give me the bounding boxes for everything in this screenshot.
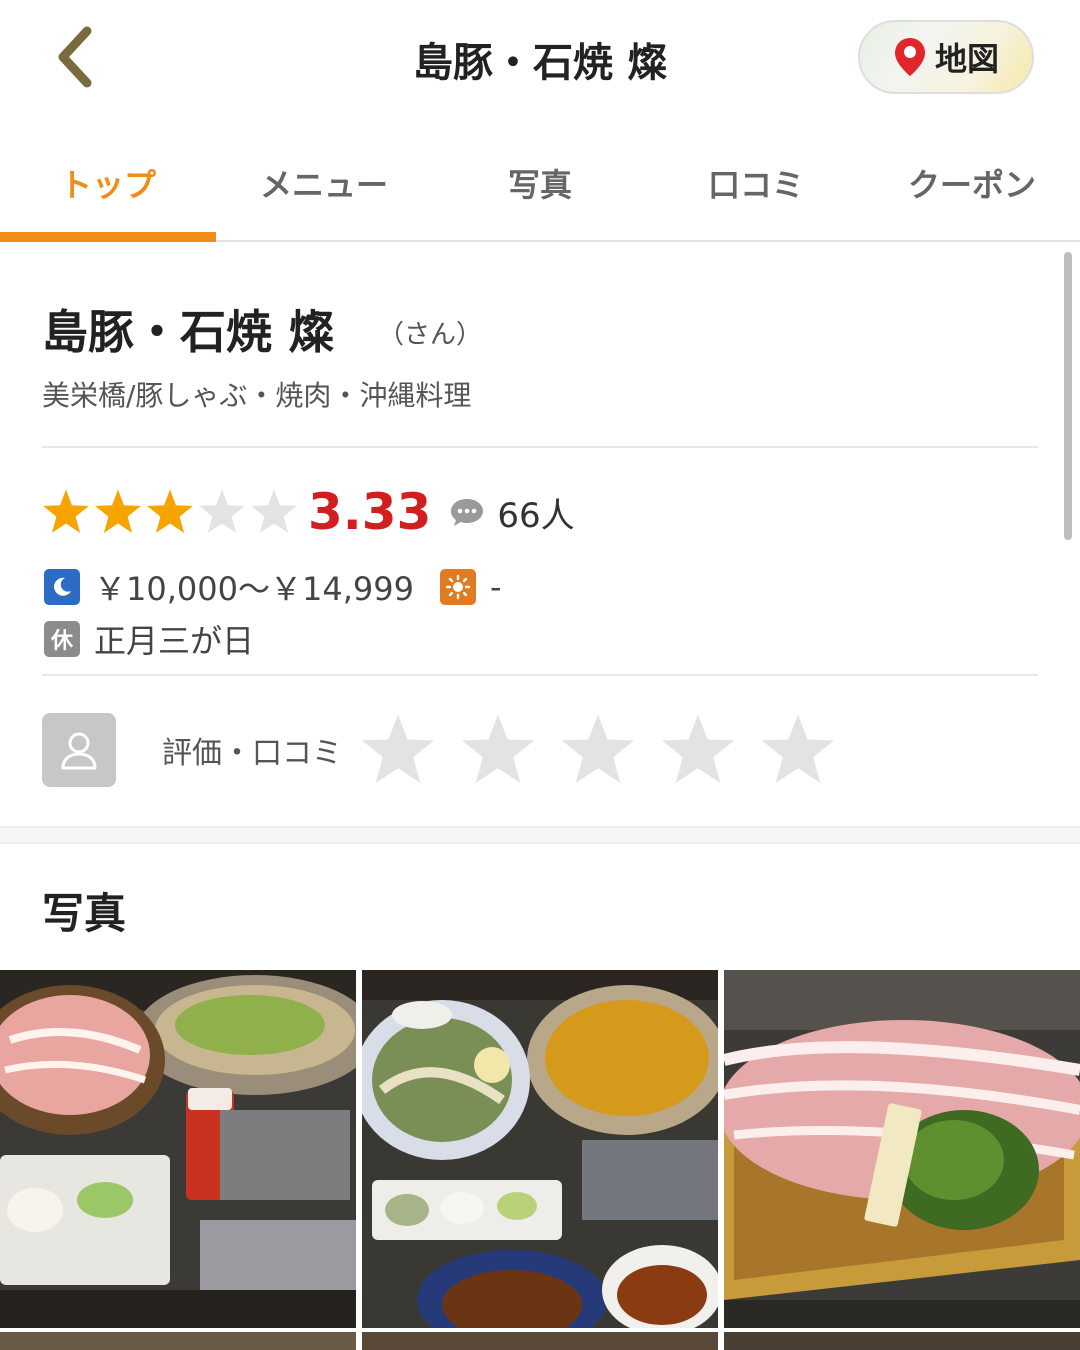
shop-name-kana: （さん） — [378, 320, 483, 350]
price-row: ￥10,000〜￥14,999 - — [44, 564, 502, 610]
rating-row[interactable]: 3.33 66人 — [42, 480, 575, 544]
map-button-label: 地図 — [934, 40, 999, 78]
comment-icon — [451, 499, 484, 526]
tab-reviews[interactable]: 口コミ — [648, 140, 864, 240]
divider — [42, 446, 1038, 448]
holiday-text: 正月三が日 — [94, 622, 255, 660]
dinner-price: ￥10,000〜￥14,999 — [94, 570, 414, 608]
star-filled-icon — [147, 489, 193, 533]
tab-label: メニュー — [259, 166, 388, 204]
review-label: 評価・口コミ — [162, 736, 342, 771]
hotpot-and-dishes-photo — [362, 970, 718, 1328]
shop-name: 島豚・石焼 燦 — [42, 305, 335, 359]
tab-label: 口コミ — [707, 166, 804, 204]
pork-shabu-set-photo — [0, 970, 356, 1328]
lunch-price: - — [489, 568, 502, 606]
divider — [42, 674, 1038, 676]
photo-thumbnail-1[interactable] — [0, 970, 356, 1328]
my-review-row: 評価・口コミ — [42, 712, 860, 788]
tab-photos[interactable]: 写真 — [432, 140, 648, 240]
photo-thumbnail-next-row[interactable] — [724, 1332, 1080, 1350]
tab-menu[interactable]: メニュー — [216, 140, 432, 240]
section-separator — [0, 826, 1080, 844]
photo-thumbnail-3[interactable] — [724, 970, 1080, 1328]
tab-bar: トップ メニュー 写真 口コミ クーポン — [0, 140, 1080, 242]
photo-thumbnail-next-row[interactable] — [362, 1332, 718, 1350]
photos-section-title: 写真 — [42, 889, 127, 938]
tab-label: トップ — [59, 166, 156, 204]
rating-stars — [42, 488, 302, 536]
scrollbar[interactable] — [1064, 252, 1072, 540]
avatar — [42, 713, 116, 787]
star-empty-icon[interactable] — [460, 712, 536, 788]
shop-page: 島豚・石焼 燦 地図 トップ メニュー 写真 口コミ クーポン 島豚・石焼 燦 … — [0, 0, 1080, 1350]
holiday-icon: 休 — [50, 629, 73, 654]
photo-thumbnail-2[interactable] — [362, 970, 718, 1328]
holiday-row: 休 正月三が日 — [44, 616, 254, 662]
premium-pork-platter-photo — [724, 970, 1080, 1328]
star-filled-icon — [43, 489, 89, 533]
app-header: 島豚・石焼 燦 地図 — [0, 0, 1080, 120]
map-pin-icon — [894, 38, 925, 76]
tab-coupon[interactable]: クーポン — [864, 140, 1080, 240]
star-empty-icon[interactable] — [560, 712, 636, 788]
holiday-badge: 休 — [44, 621, 80, 657]
tab-label: 写真 — [507, 166, 572, 204]
review-count: 66人 — [497, 495, 575, 536]
star-empty-icon[interactable] — [760, 712, 836, 788]
tab-top[interactable]: トップ — [0, 140, 216, 242]
review-star-input[interactable] — [360, 712, 860, 788]
rating-value: 3.33 — [308, 483, 432, 541]
shop-area-genre: 美栄橋/豚しゃぶ・焼肉・沖縄料理 — [42, 379, 472, 412]
star-empty-icon[interactable] — [660, 712, 736, 788]
moon-icon — [44, 569, 80, 605]
star-empty-icon — [199, 489, 245, 533]
star-filled-icon — [95, 489, 141, 533]
photo-thumbnail-next-row[interactable] — [0, 1332, 356, 1350]
star-empty-icon[interactable] — [360, 712, 436, 788]
map-button[interactable]: 地図 — [858, 20, 1034, 94]
star-empty-icon — [251, 489, 297, 533]
sun-icon — [439, 569, 476, 605]
tab-label: クーポン — [907, 166, 1036, 204]
user-icon — [61, 732, 97, 770]
